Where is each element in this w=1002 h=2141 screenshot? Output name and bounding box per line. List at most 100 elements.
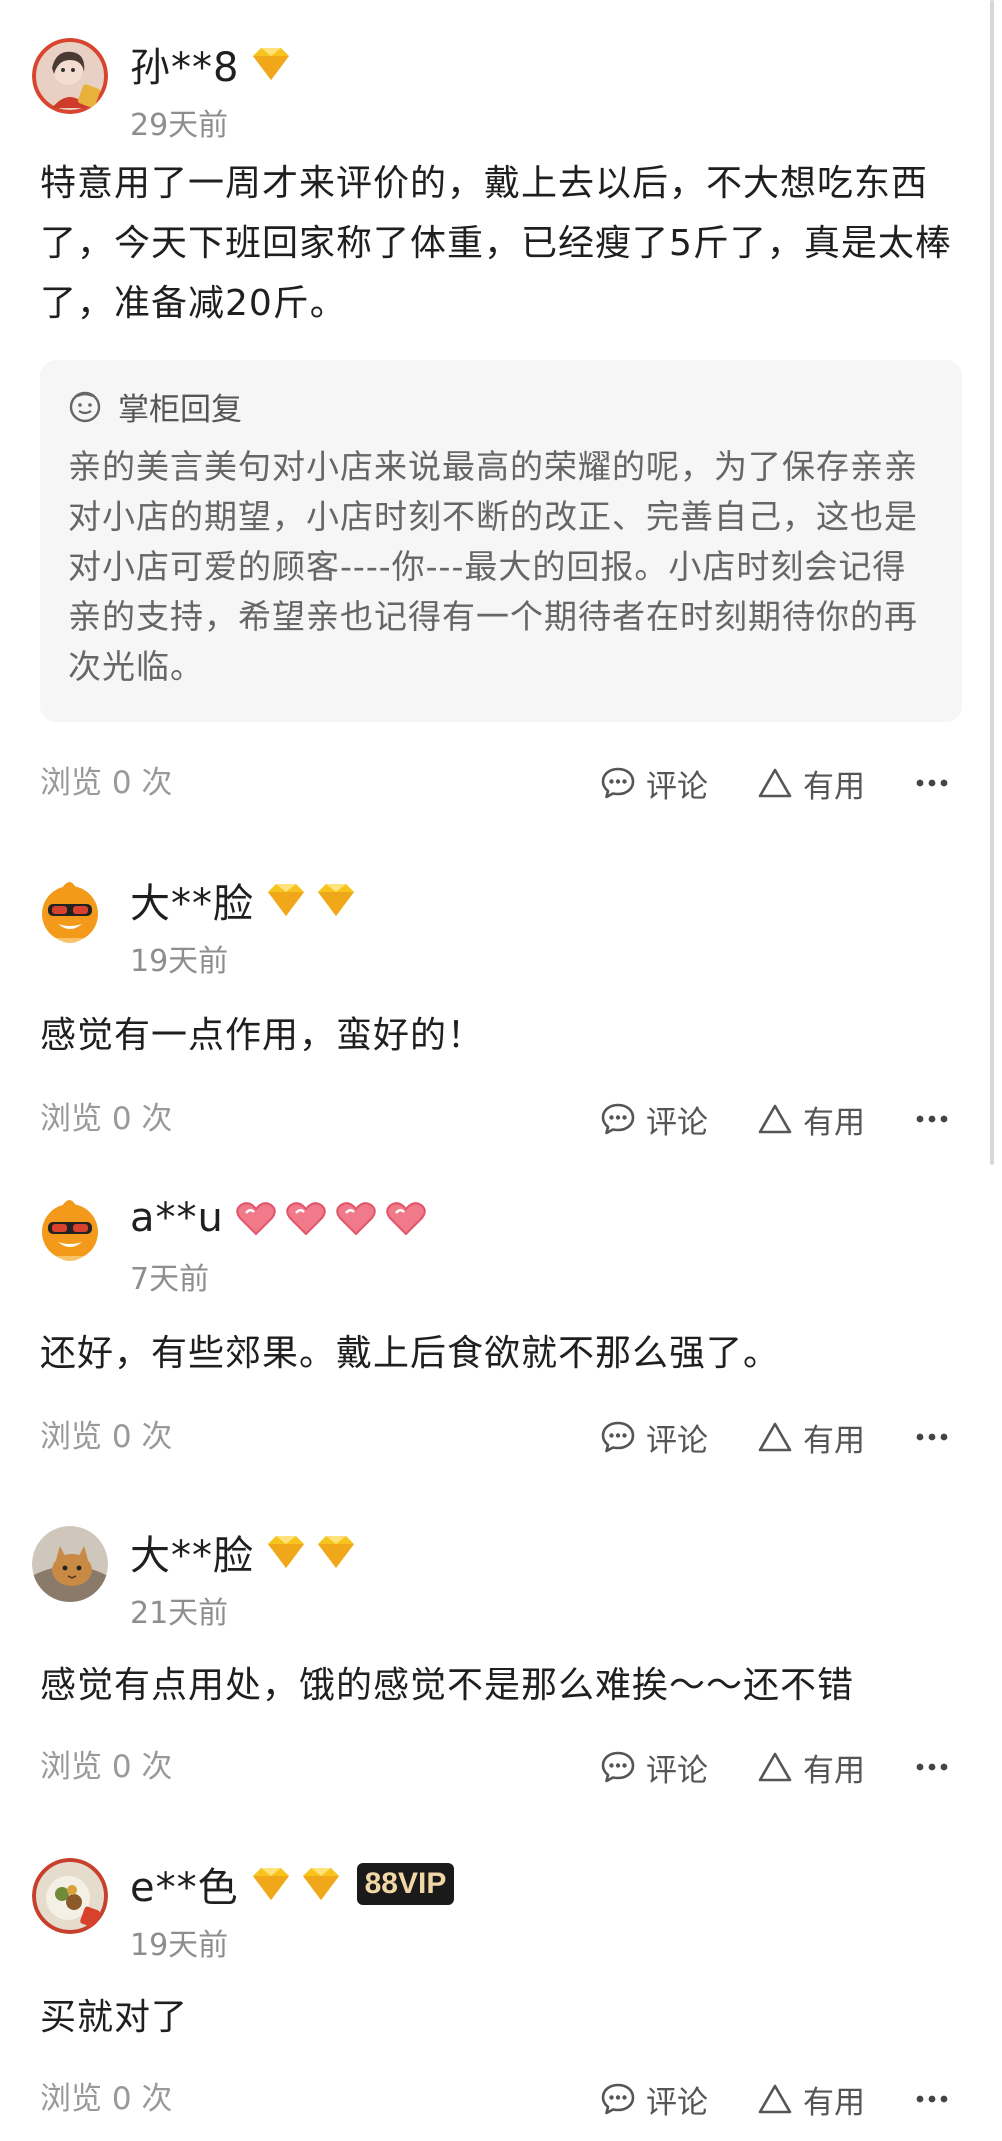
useful-button[interactable]: 有用 (757, 1742, 865, 1792)
useful-label: 有用 (803, 1104, 865, 1141)
review-footer: 浏览 0 次 评论 有用 (0, 2074, 1002, 2124)
diamond-icon (318, 884, 354, 916)
shopkeeper-icon (69, 391, 101, 422)
comment-icon (601, 1751, 635, 1783)
user-row: 大**脸 (130, 872, 360, 928)
diamond-icon (253, 48, 290, 80)
review-text: 买就对了 (40, 1997, 189, 2038)
heart-icon (286, 1202, 326, 1236)
orange-cartoon-avatar-icon (42, 882, 98, 943)
thumb-triangle-icon (758, 1752, 792, 1782)
review-card: 大**脸 19天前 感觉有一点作用，蛮好的！ 浏览 0 次 评论 有用 (0, 874, 1002, 1144)
view-count: 浏览 0 次 (40, 1101, 173, 1137)
view-count: 浏览 0 次 (40, 2081, 173, 2117)
review-time: 29天前 (130, 108, 229, 143)
more-icon[interactable] (914, 1422, 950, 1452)
user-level-badges (247, 44, 295, 84)
user-level-badges: 88VIP (247, 1863, 455, 1905)
view-count: 浏览 0 次 (40, 1749, 173, 1785)
comment-label: 评论 (646, 1104, 708, 1141)
diamond-icon (268, 1536, 304, 1568)
useful-button[interactable]: 有用 (757, 2074, 865, 2124)
user-row: 大**脸 (130, 1524, 360, 1580)
comment-label: 评论 (646, 768, 708, 805)
review-footer: 浏览 0 次 评论 有用 (0, 1412, 1002, 1462)
comment-label: 评论 (646, 1422, 708, 1459)
review-time: 19天前 (130, 944, 229, 979)
user-avatar[interactable] (32, 38, 108, 114)
food-photo-avatar-icon (32, 1858, 108, 1934)
seller-reply: 掌柜回复 亲的美言美句对小店来说最高的荣耀的呢，为了保存亲亲对小店的期望，小店时… (40, 360, 962, 722)
user-avatar[interactable] (32, 1858, 108, 1934)
comment-label: 评论 (646, 2084, 708, 2121)
thumb-triangle-icon (758, 768, 792, 798)
cat-photo-avatar-icon (32, 1526, 108, 1602)
useful-button[interactable]: 有用 (757, 1412, 865, 1462)
more-icon[interactable] (914, 768, 950, 798)
more-icon[interactable] (914, 2084, 950, 2114)
comment-button[interactable]: 评论 (600, 1094, 708, 1144)
reply-title: 掌柜回复 (118, 392, 242, 428)
username[interactable]: a**u (130, 1195, 224, 1241)
review-text: 还好，有些郊果。戴上后食欲就不那么强了。 (40, 1333, 781, 1374)
user-avatar[interactable] (32, 1526, 108, 1602)
review-card: e**色 88VIP 19天前 买就对了 浏览 0 次 评论 有用 (0, 1858, 1002, 2128)
orange-cartoon-avatar-icon (42, 1200, 98, 1261)
diamond-icon (302, 1868, 339, 1900)
comment-icon (601, 767, 635, 799)
more-icon[interactable] (914, 1752, 950, 1782)
vip-badge: 88VIP (356, 1863, 455, 1905)
reply-text: 亲的美言美句对小店来说最高的荣耀的呢，为了保存亲亲对小店的期望，小店时刻不断的改… (68, 447, 918, 686)
user-row: e**色 88VIP (130, 1855, 455, 1913)
comment-button[interactable]: 评论 (600, 2074, 708, 2124)
view-count: 浏览 0 次 (40, 765, 173, 801)
username[interactable]: 大**脸 (130, 1523, 254, 1581)
comment-button[interactable]: 评论 (600, 758, 708, 808)
username[interactable]: 孙**8 (130, 35, 239, 93)
review-card: 大**脸 21天前 感觉有点用处，饿的感觉不是那么难挨～～还不错 浏览 0 次 … (0, 1526, 1002, 1796)
comment-button[interactable]: 评论 (600, 1742, 708, 1792)
review-text: 感觉有一点作用，蛮好的！ (40, 1015, 485, 1056)
girl-photo-avatar-icon (32, 38, 108, 114)
review-time: 21天前 (130, 1596, 229, 1631)
comment-icon (601, 1421, 635, 1453)
review-time: 7天前 (130, 1262, 210, 1297)
comment-label: 评论 (646, 1752, 708, 1789)
user-level-badges (232, 1198, 430, 1238)
reply-header: 掌柜回复 (68, 384, 242, 429)
more-icon[interactable] (914, 1104, 950, 1134)
review-card: a**u 7天前 还好，有些郊果。戴上后食欲就不那么强了。 浏览 0 次 评论 … (0, 1192, 1002, 1462)
user-avatar[interactable] (32, 874, 108, 950)
review-text: 特意用了一周才来评价的，戴上去以后，不大想吃东西了，今天下班回家称了体重，已经瘦… (40, 163, 952, 324)
heart-icon (336, 1202, 376, 1236)
comment-icon (601, 2083, 635, 2115)
useful-label: 有用 (803, 1422, 865, 1459)
review-footer: 浏览 0 次 评论 有用 (0, 758, 1002, 808)
diamond-icon (268, 884, 304, 916)
heart-icon (386, 1202, 426, 1236)
useful-label: 有用 (803, 768, 865, 805)
useful-label: 有用 (803, 1752, 865, 1789)
heart-icon (236, 1202, 276, 1236)
useful-button[interactable]: 有用 (757, 758, 865, 808)
diamond-icon (318, 1536, 354, 1568)
user-row: 孙**8 (130, 36, 295, 92)
diamond-icon (252, 1868, 289, 1900)
user-row: a**u (130, 1190, 430, 1246)
useful-button[interactable]: 有用 (757, 1094, 865, 1144)
review-text: 感觉有点用处，饿的感觉不是那么难挨～～还不错 (40, 1665, 855, 1706)
comment-icon (601, 1103, 635, 1135)
username[interactable]: 大**脸 (130, 871, 254, 929)
user-level-badges (262, 880, 360, 920)
review-footer: 浏览 0 次 评论 有用 (0, 1742, 1002, 1792)
review-time: 19天前 (130, 1928, 229, 1963)
user-level-badges (262, 1532, 360, 1572)
useful-label: 有用 (803, 2084, 865, 2121)
thumb-triangle-icon (758, 1104, 792, 1134)
comment-button[interactable]: 评论 (600, 1412, 708, 1462)
user-avatar[interactable] (32, 1192, 108, 1268)
username[interactable]: e**色 (130, 1855, 239, 1913)
thumb-triangle-icon (758, 1422, 792, 1452)
thumb-triangle-icon (758, 2084, 792, 2114)
review-footer: 浏览 0 次 评论 有用 (0, 1094, 1002, 1144)
